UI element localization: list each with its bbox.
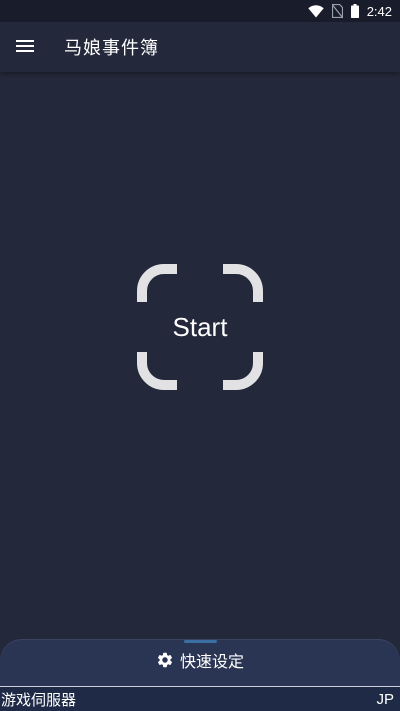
hamburger-menu-icon bbox=[16, 38, 34, 57]
sheet-drag-handle[interactable] bbox=[184, 640, 217, 643]
app-screen: 2:42 马娘事件簿 Start 快速设定 游戏伺服器 JP bbox=[0, 0, 400, 711]
quick-settings-button[interactable]: 快速设定 bbox=[0, 644, 400, 676]
no-sim-icon bbox=[331, 4, 343, 18]
server-label: 游戏伺服器 bbox=[1, 690, 77, 709]
battery-icon bbox=[350, 4, 359, 18]
quick-settings-label: 快速设定 bbox=[179, 652, 244, 671]
app-bar: 马娘事件簿 bbox=[0, 22, 400, 72]
wifi-icon bbox=[307, 4, 324, 18]
server-selector[interactable]: 游戏伺服器 JP bbox=[0, 686, 400, 711]
menu-button[interactable] bbox=[0, 22, 50, 72]
server-value[interactable]: JP bbox=[376, 691, 400, 708]
gear-icon bbox=[156, 651, 174, 669]
app-title: 马娘事件簿 bbox=[64, 38, 159, 59]
start-label: Start bbox=[172, 311, 228, 342]
bottom-sheet: 快速设定 bbox=[0, 640, 400, 686]
status-time: 2:42 bbox=[366, 3, 392, 19]
status-bar: 2:42 bbox=[0, 0, 400, 22]
start-button[interactable]: Start bbox=[137, 264, 263, 390]
